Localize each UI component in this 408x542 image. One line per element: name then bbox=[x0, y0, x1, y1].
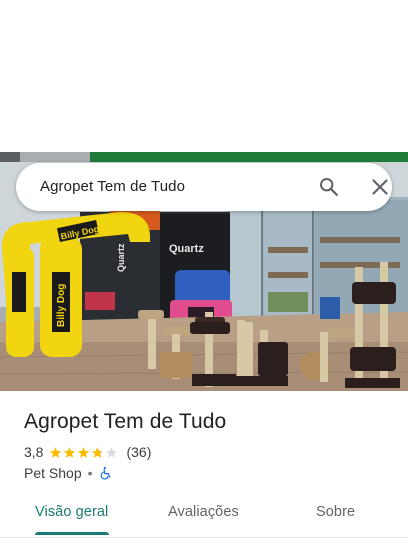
star-icon bbox=[64, 446, 76, 458]
top-blank-area bbox=[0, 0, 408, 152]
tabs-divider bbox=[0, 537, 408, 538]
star-empty-icon bbox=[106, 446, 118, 458]
tab-reviews[interactable]: Avaliações bbox=[168, 504, 239, 520]
separator-dot: • bbox=[87, 465, 93, 481]
svg-text:Quartz: Quartz bbox=[116, 243, 126, 272]
tab-overview[interactable]: Visão geral bbox=[35, 504, 108, 520]
rating-value: 3,8 bbox=[24, 444, 44, 460]
svg-text:Billy Dog: Billy Dog bbox=[56, 284, 67, 327]
place-title: Agropet Tem de Tudo bbox=[24, 410, 227, 433]
category-row: Pet Shop • bbox=[24, 464, 113, 482]
place-tabs: Visão geral Avaliações Sobre bbox=[0, 492, 408, 538]
star-icon bbox=[50, 446, 62, 458]
tab-about[interactable]: Sobre bbox=[316, 504, 355, 520]
star-rating bbox=[49, 446, 119, 459]
place-info-panel: Agropet Tem de Tudo 3,8 (36) Pet Shop • bbox=[0, 391, 408, 486]
search-bar[interactable]: Agropet Tem de Tudo bbox=[16, 163, 392, 211]
review-count[interactable]: (36) bbox=[126, 444, 151, 460]
svg-text:Quartz: Quartz bbox=[169, 243, 204, 255]
active-tab-indicator bbox=[35, 532, 109, 535]
search-input[interactable]: Agropet Tem de Tudo bbox=[40, 178, 185, 195]
star-icon bbox=[92, 446, 104, 458]
close-icon[interactable] bbox=[370, 177, 390, 197]
search-icon[interactable] bbox=[318, 176, 340, 198]
rating-row[interactable]: 3,8 (36) bbox=[24, 443, 151, 461]
star-icon bbox=[78, 446, 90, 458]
place-category: Pet Shop bbox=[24, 465, 82, 481]
wheelchair-icon bbox=[100, 466, 110, 480]
